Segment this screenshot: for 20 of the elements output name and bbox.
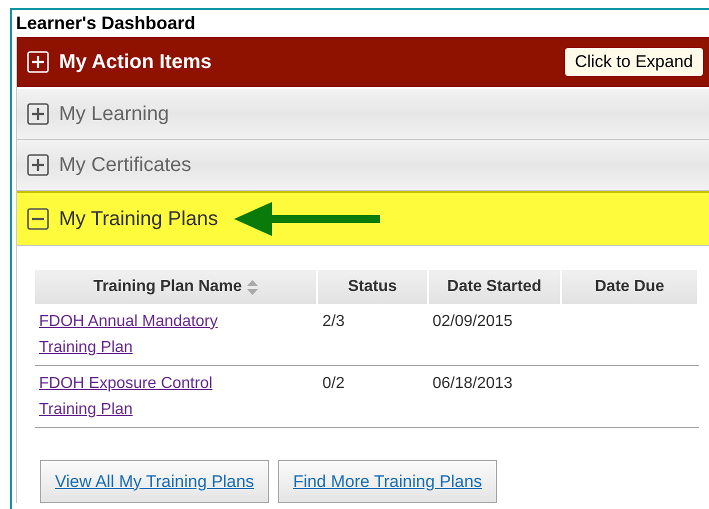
plans-button[interactable]: View All My Training Plans [40,460,270,503]
column-header: Status [348,278,397,296]
expand-icon[interactable] [27,103,49,125]
table-cell: 02/09/2015 [432,313,513,330]
table-cell: 2/3 [322,313,345,330]
column-header: Date Due [594,278,664,296]
expand-button[interactable]: Click to Expand [564,48,703,76]
table-cell: 0/2 [322,375,345,392]
plan-link[interactable]: FDOH Annual Mandatory Training Plan [39,309,261,361]
column-header: Date Started [447,278,542,296]
dashboard-title: Learner's Dashboard [15,12,196,35]
expand-icon[interactable] [27,154,49,176]
collapse-icon[interactable] [27,208,49,230]
section-title[interactable]: My Learning [59,102,170,126]
plans-button[interactable]: Find More Training Plans [278,460,498,503]
section-title[interactable]: My Action Items [59,50,212,74]
plan-link[interactable]: FDOH Exposure Control Training Plan [39,371,261,423]
section-title[interactable]: My Training Plans [59,208,218,230]
section-title[interactable]: My Certificates [59,154,192,176]
table-cell: 06/18/2013 [432,375,513,392]
